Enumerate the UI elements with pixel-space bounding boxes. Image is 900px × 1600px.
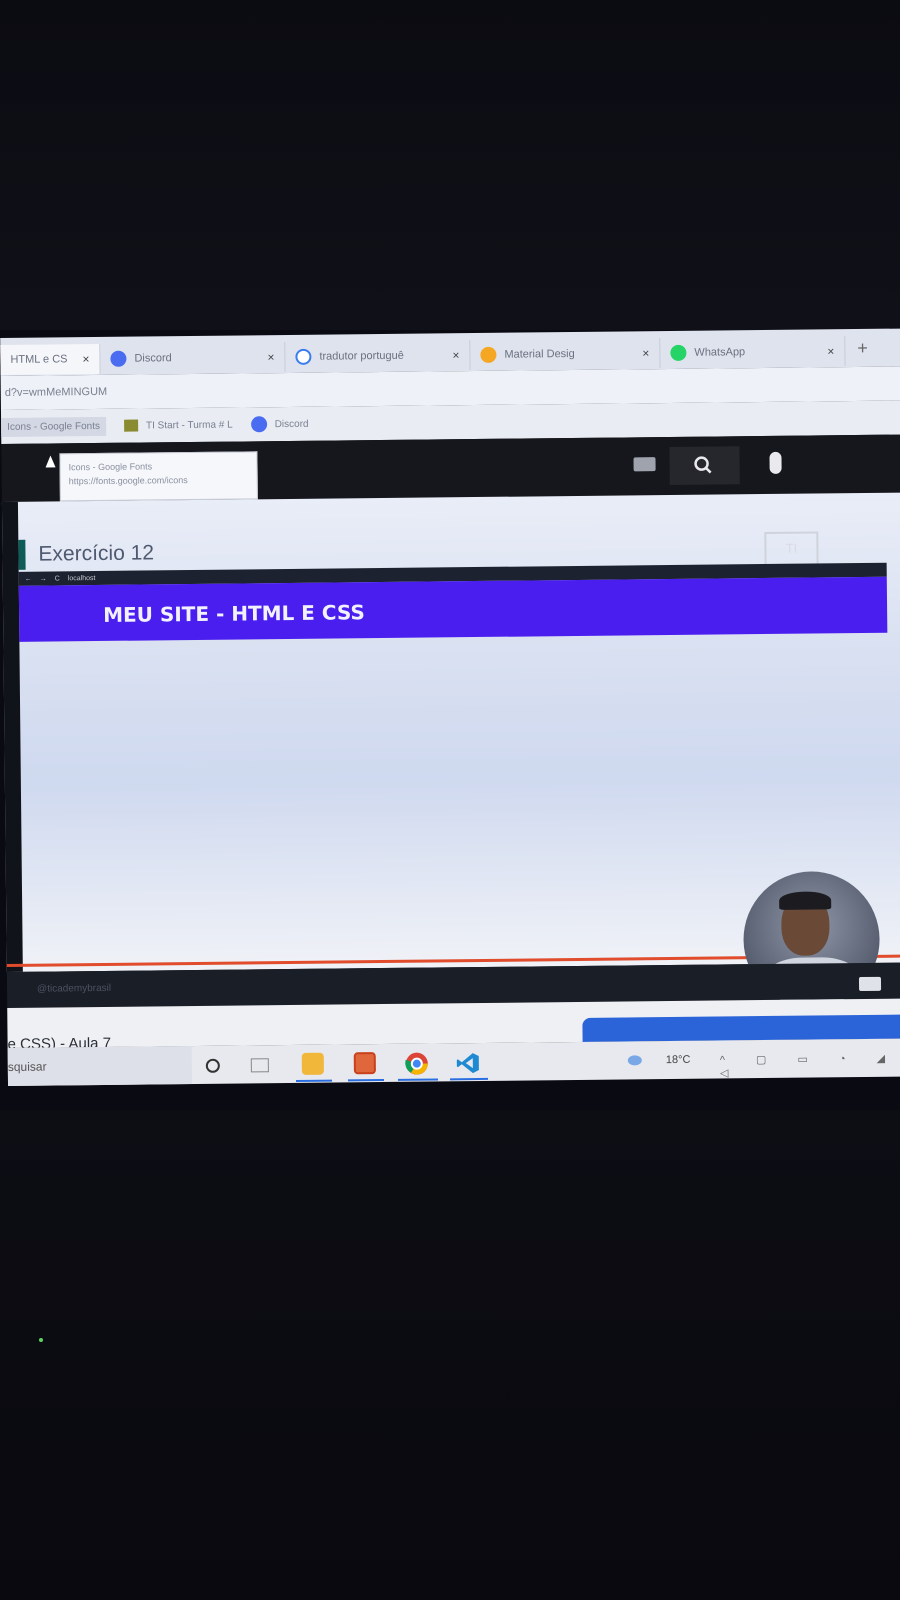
new-tab-button[interactable]: + xyxy=(857,337,868,358)
discord-icon xyxy=(110,350,127,367)
microphone-icon[interactable] xyxy=(769,451,782,474)
tab-label: HTML e CS xyxy=(10,353,68,366)
tab-whatsapp[interactable]: WhatsApp × xyxy=(660,336,846,369)
bookmark-ti-start[interactable]: TI Start - Turma # L xyxy=(123,419,233,432)
reload-icon: C xyxy=(54,574,60,582)
chrome-icon[interactable] xyxy=(405,1052,429,1081)
subscribe-button[interactable] xyxy=(582,1014,900,1042)
monitor-power-led xyxy=(39,1338,43,1342)
mini-url: localhost xyxy=(67,574,96,582)
presenter-hair xyxy=(779,891,832,910)
mini-browser-window: ← → C localhost MEU SITE - HTML E CSS xyxy=(18,562,888,656)
xampp-icon[interactable] xyxy=(353,1052,376,1075)
active-indicator xyxy=(449,1077,489,1081)
taskbar-search[interactable]: squisar xyxy=(7,1046,193,1086)
close-icon[interactable]: × xyxy=(827,344,834,358)
file-explorer-icon[interactable] xyxy=(301,1052,324,1075)
active-indicator xyxy=(397,1078,439,1081)
bookmark-tooltip: Icons - Google Fonts https://fonts.googl… xyxy=(59,451,258,502)
material-icon xyxy=(480,346,497,363)
tab-youtube[interactable]: HTML e CS × xyxy=(0,343,101,375)
dark-room-bottom xyxy=(0,1110,900,1600)
bookmark-label: Icons - Google Fonts xyxy=(7,420,101,433)
exercise-accent-bar xyxy=(18,539,26,570)
watermark-logo: TI xyxy=(764,531,819,567)
whatsapp-icon xyxy=(670,344,687,361)
cortana-icon[interactable] xyxy=(204,1057,222,1080)
weather-temperature[interactable]: 18°C xyxy=(666,1054,691,1066)
close-icon[interactable]: × xyxy=(267,350,274,364)
task-view-icon[interactable] xyxy=(250,1058,269,1073)
active-indicator xyxy=(347,1079,385,1082)
dark-room-top xyxy=(0,0,900,330)
system-tray[interactable]: ^ ▢ ▭ ◔ ◢ ◁ xyxy=(720,1052,900,1080)
tab-material-design[interactable]: Material Desig × xyxy=(470,338,661,371)
keyboard-icon[interactable] xyxy=(633,457,656,472)
back-icon: ← xyxy=(24,575,32,583)
tab-label: WhatsApp xyxy=(694,346,746,359)
search-button[interactable] xyxy=(669,446,740,485)
tab-label: tradutor portuguê xyxy=(319,349,404,363)
search-icon xyxy=(694,456,712,474)
bookmark-google-fonts[interactable]: Icons - Google Fonts xyxy=(1,416,107,437)
close-icon[interactable]: × xyxy=(642,346,649,360)
banner-title: MEU SITE - HTML E CSS xyxy=(102,600,365,627)
mouse-cursor xyxy=(45,455,56,468)
tab-label: Discord xyxy=(134,352,172,365)
bookmark-discord[interactable]: Discord xyxy=(250,416,309,433)
active-indicator xyxy=(295,1079,333,1082)
subtitles-icon[interactable] xyxy=(858,976,882,992)
monitor-screen: HTML e CS × Discord × tradutor portuguê … xyxy=(0,309,900,1118)
tab-discord[interactable]: Discord × xyxy=(100,342,286,374)
discord-icon xyxy=(250,416,267,433)
classroom-icon xyxy=(123,419,139,432)
vscode-icon[interactable] xyxy=(456,1051,480,1080)
close-icon[interactable]: × xyxy=(452,348,459,362)
bookmark-label: TI Start - Turma # L xyxy=(145,419,233,431)
tab-tradutor[interactable]: tradutor portuguê × xyxy=(285,340,471,373)
tab-label: Material Desig xyxy=(504,347,575,361)
forward-icon: → xyxy=(39,575,47,583)
bookmark-label: Discord xyxy=(274,418,309,430)
exercise-title: Exercício 12 xyxy=(38,541,155,566)
google-icon xyxy=(295,348,312,365)
site-banner: MEU SITE - HTML E CSS xyxy=(18,576,888,642)
tooltip-url: https://fonts.google.com/icons xyxy=(68,475,188,487)
close-icon[interactable]: × xyxy=(82,352,89,366)
